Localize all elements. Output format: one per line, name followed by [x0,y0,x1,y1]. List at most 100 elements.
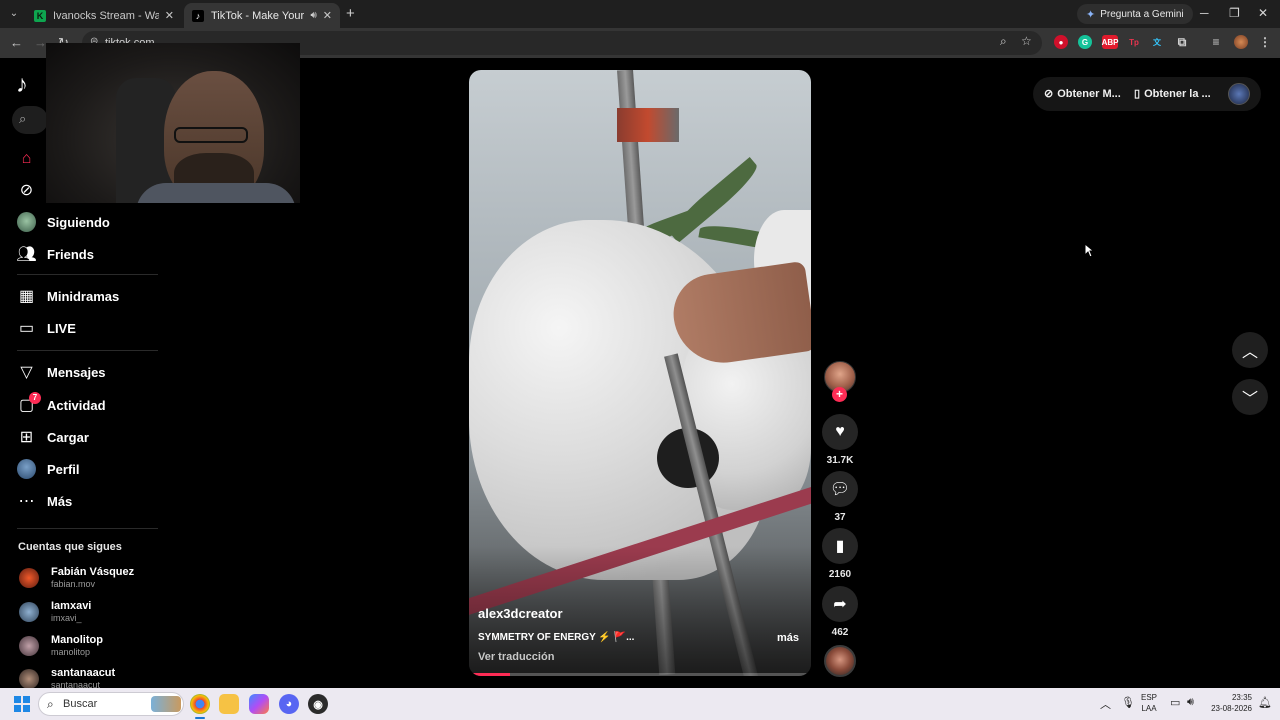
get-coins-button[interactable]: ⊘ Obtener M... [1044,87,1121,101]
minimize-icon[interactable]: ─ [1200,6,1209,20]
extensions-puzzle-icon[interactable]: ⧉ [1175,35,1189,49]
share-button[interactable]: ➦ [822,586,858,622]
more-link[interactable]: más [777,632,799,644]
network-icon[interactable]: ▭ [1170,696,1180,709]
translate-extension-icon[interactable]: 文 [1150,35,1164,49]
sidebar-item-following[interactable]: Siguiendo [17,211,110,233]
file-explorer-icon[interactable] [219,694,239,714]
chrome-menu-icon[interactable]: ⋮ [1258,35,1272,49]
volume-icon[interactable]: 🔊︎ [1187,696,1194,709]
system-clock[interactable]: 23:35 23-08-2026 [1204,692,1252,714]
comment-button[interactable]: 💬︎ [822,471,858,507]
following-account[interactable]: Manolitop manolitop [19,634,103,657]
profile-avatar-icon [17,459,36,479]
tab-tiktok[interactable]: ♪ TikTok - Make Your Day 🔊︎ ✕ [184,3,340,28]
account-name: Fabián Vásquez [51,566,135,578]
close-window-icon[interactable]: ✕ [1258,6,1268,20]
microphone-icon[interactable]: 🎙︎ [1121,696,1135,709]
tab-title: TikTok - Make Your Day [211,9,306,22]
previous-video-button[interactable]: ︿ [1232,332,1268,368]
sidebar-item-messages[interactable]: ▽ Mensajes [17,361,105,383]
sidebar-item-profile[interactable]: Perfil [17,458,80,480]
tab-close-icon[interactable]: ✕ [165,9,174,22]
sidebar-item-minidramas[interactable]: ▦ Minidramas [17,285,119,307]
restore-icon[interactable]: ❐ [1229,6,1240,20]
search-icon: ⌕ [19,111,27,126]
gemini-button[interactable]: ✦ Pregunta a Gemini [1077,4,1193,24]
easel-clamp [617,108,679,142]
film-icon: ▦ [18,288,35,305]
compass-icon: ⊘ [19,182,34,199]
get-app-bar: ⊘ Obtener M... ▯ Obtener la ... [1033,77,1261,111]
profile-avatar[interactable] [1234,35,1248,49]
copilot-icon[interactable] [249,694,269,714]
get-app-button[interactable]: ▯ Obtener la ... [1134,87,1211,101]
discord-icon[interactable]: ◕ [279,694,299,714]
following-account[interactable]: Fabián Vásquez fabian.mov [19,566,134,589]
tray-chevron-up-icon[interactable]: ︿ [1100,696,1111,712]
music-disc-avatar[interactable] [824,645,856,677]
extension-red-icon[interactable]: ● [1054,35,1068,49]
avatar [19,601,39,622]
sidebar-item-home[interactable]: ⌂ [17,148,36,170]
sidebar-divider [17,350,158,351]
screen: ⌄ K Ivanocks Stream - Watch Live o ✕ ♪ T… [0,0,1280,720]
send-icon: ▽ [20,364,33,381]
chrome-app-icon[interactable] [190,694,210,714]
tiktok-logo-icon[interactable]: ♪ [16,71,28,99]
notifications-icon[interactable]: 🔔︎ [1258,696,1272,709]
next-video-button[interactable]: ﹀ [1232,379,1268,415]
people-icon: 👥︎ [16,246,37,263]
sidebar-item-friends[interactable]: 👥︎ Friends [16,243,94,265]
following-section-title: Cuentas que sigues [18,541,122,553]
grammarly-icon[interactable]: G [1078,35,1092,49]
inbox-icon: ▢ 7 [17,391,41,415]
search-button[interactable]: ⌕ [12,106,48,134]
sidebar-item-label: Actividad [47,397,106,413]
extension-tp-icon[interactable]: Tp [1127,35,1141,49]
tab-close-icon[interactable]: ✕ [323,9,332,22]
share-arrow-icon: ➦ [833,596,847,613]
taskbar-search-box[interactable]: ⌕ Buscar [38,692,184,716]
sidebar-item-more[interactable]: ⋯ Más [17,490,73,512]
adblock-icon[interactable]: ABP [1102,35,1118,49]
video-player[interactable]: alex3dcreator SYMMETRY OF ENERGY ⚡ 🚩... … [469,70,811,676]
save-button[interactable]: ▮ [822,528,858,564]
new-tab-button[interactable]: + [346,5,355,22]
plus-square-icon: ⊞ [19,429,34,446]
follow-plus-icon[interactable]: + [832,387,847,402]
taskbar-search-placeholder: Buscar [63,698,98,710]
zoom-icon[interactable]: ⌕ [1000,34,1007,49]
speaker-icon[interactable]: 🔊︎ [310,10,316,21]
compass-small-icon: ⊘ [1044,88,1054,100]
bookmark-star-icon[interactable]: ☆ [1021,34,1032,48]
sidebar-item-live[interactable]: ▭ LIVE [17,317,76,339]
tab-ivanocks-stream[interactable]: K Ivanocks Stream - Watch Live o ✕ [26,3,182,28]
sidebar-item-upload[interactable]: ⊞ Cargar [17,426,89,448]
notification-badge: 7 [29,391,41,404]
sidebar-item-explore[interactable]: ⊘ [17,179,36,201]
following-account[interactable]: Iamxavi imxavi_ [19,600,91,623]
browser-tab-strip: ⌄ K Ivanocks Stream - Watch Live o ✕ ♪ T… [0,0,1280,28]
active-app-indicator [195,717,205,719]
video-progress-fill [469,673,511,676]
windows-start-icon[interactable] [14,696,30,712]
clock-time: 23:35 [1231,693,1252,702]
back-icon[interactable]: ← [10,35,23,50]
obs-icon[interactable]: ◉ [308,694,328,714]
webcam-overlay [46,43,300,203]
translate-link[interactable]: Ver traducción [478,651,554,663]
sidebar-item-activity[interactable]: ▢ 7 Actividad [17,391,106,416]
language-indicator[interactable]: ESP LAA [1141,692,1157,714]
video-author[interactable]: alex3dcreator [478,606,563,621]
bookmark-icon: ▮ [835,538,845,555]
following-account[interactable]: santanaacut santanaacut [19,667,115,690]
tab-search-icon[interactable]: ⌄ [6,6,22,22]
dots-icon: ⋯ [18,493,35,510]
video-progress-bar[interactable] [469,673,811,676]
user-avatar[interactable] [1228,83,1250,105]
reading-list-icon[interactable]: ≡ [1209,35,1223,49]
like-button[interactable]: ♥ [822,414,858,450]
sidebar-item-label: Friends [47,246,94,262]
clock-date: 23-08-2026 [1211,704,1252,713]
